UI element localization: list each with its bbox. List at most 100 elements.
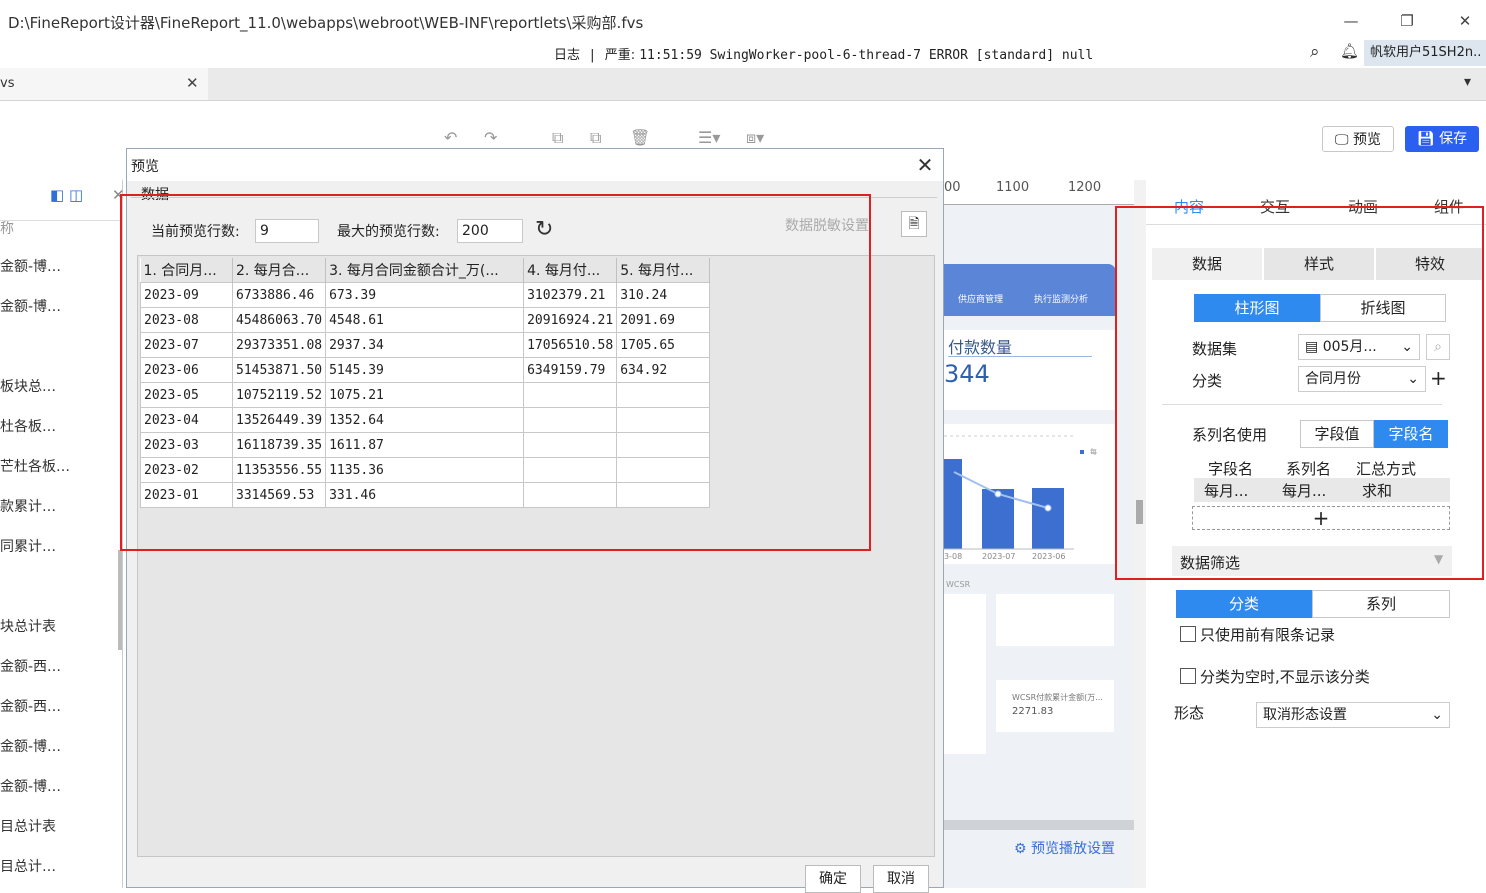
- tree-item[interactable]: 目总计…: [0, 856, 56, 876]
- table-cell[interactable]: 6349159.79: [523, 357, 618, 383]
- column-header[interactable]: 3. 每月合同金额合计_万(...: [325, 258, 525, 283]
- table-cell[interactable]: 1705.65: [616, 332, 711, 358]
- log-button[interactable]: 日志: [554, 48, 580, 63]
- table-row[interactable]: 2023-01 3314569.53 331.46: [140, 482, 711, 508]
- collapse-icon[interactable]: ✕: [112, 186, 125, 204]
- table-row[interactable]: 2023-07 29373351.08 2937.34 17056510.58 1705…: [140, 332, 711, 358]
- table-cell[interactable]: 2091.69: [616, 307, 711, 333]
- table-cell[interactable]: 2023-07: [140, 332, 233, 358]
- tree-item[interactable]: 金额-西…: [0, 696, 61, 716]
- table-cell[interactable]: 1075.21: [325, 382, 525, 408]
- close-window-icon[interactable]: ✕: [1450, 8, 1480, 34]
- tree-item[interactable]: 款累计…: [0, 496, 56, 516]
- close-tab-icon[interactable]: ✕: [186, 74, 199, 92]
- canvas-h-scrollbar[interactable]: [944, 820, 1134, 830]
- redo-icon[interactable]: ↷: [484, 128, 497, 147]
- align-icon[interactable]: ☰▾: [698, 128, 720, 147]
- data-masking-settings[interactable]: 数据脱敏设置: [785, 215, 869, 235]
- chart-type-line[interactable]: 折线图: [1320, 294, 1446, 322]
- tab-component[interactable]: 组件: [1434, 196, 1464, 217]
- add-field-button[interactable]: +: [1192, 506, 1450, 530]
- shape-select[interactable]: 取消形态设置 ⌄: [1256, 702, 1450, 728]
- data-filter-section[interactable]: 数据筛选 ▼: [1172, 546, 1452, 576]
- table-row[interactable]: 2023-08 45486063.70 4548.61 20916924.21 2091…: [140, 307, 711, 333]
- tree-item[interactable]: 芒杜各板…: [0, 456, 70, 476]
- table-cell[interactable]: 17056510.58: [523, 332, 618, 358]
- table-cell[interactable]: 331.46: [325, 482, 525, 508]
- table-cell[interactable]: [523, 457, 618, 483]
- column-header[interactable]: 5. 每月付...: [616, 258, 711, 283]
- layer-icon[interactable]: ⧈▾: [746, 128, 764, 148]
- table-cell[interactable]: 16118739.35: [231, 432, 327, 458]
- category-select[interactable]: 合同月份 ⌄: [1298, 366, 1426, 392]
- delete-icon[interactable]: 🗑︎: [630, 128, 650, 147]
- nav-supplier[interactable]: 供应商管理: [958, 292, 1003, 305]
- left-scrollbar[interactable]: [118, 550, 122, 650]
- table-cell[interactable]: [616, 382, 711, 408]
- subtab-data[interactable]: 数据: [1152, 248, 1262, 280]
- subtab-effect[interactable]: 特效: [1376, 248, 1484, 280]
- max-rows-input[interactable]: 200: [457, 219, 523, 243]
- table-cell[interactable]: 11353556.55: [231, 457, 327, 483]
- table-cell[interactable]: 51453871.50: [231, 357, 327, 383]
- table-cell[interactable]: 2023-08: [140, 307, 233, 333]
- table-cell[interactable]: 2023-01: [140, 482, 233, 508]
- tree-item[interactable]: 金额-博…: [0, 256, 61, 276]
- column-header[interactable]: 1. 合同月...: [140, 258, 233, 283]
- table-cell[interactable]: 2023-05: [140, 382, 233, 408]
- table-cell[interactable]: 310.24: [616, 282, 711, 308]
- series-field-name[interactable]: 字段名: [1374, 420, 1448, 448]
- table-cell[interactable]: [523, 382, 618, 408]
- bottom-tab-series[interactable]: 系列: [1312, 590, 1450, 618]
- save-button[interactable]: 💾︎ 保存: [1405, 126, 1479, 152]
- refresh-icon[interactable]: ↻: [535, 217, 553, 242]
- layout-icon[interactable]: ◧ ◫: [50, 186, 83, 204]
- table-cell[interactable]: 20916924.21: [523, 307, 618, 333]
- tree-item[interactable]: 杜各板…: [0, 416, 56, 436]
- current-rows-input[interactable]: 9: [255, 219, 319, 243]
- tree-item[interactable]: 金额-博…: [0, 296, 61, 316]
- table-row[interactable]: 2023-04 13526449.39 1352.64: [140, 407, 711, 433]
- undo-icon[interactable]: ↶: [444, 128, 457, 147]
- table-cell[interactable]: 29373351.08: [231, 332, 327, 358]
- dataset-search-icon[interactable]: ⌕: [1426, 334, 1450, 360]
- table-cell[interactable]: 1352.64: [325, 407, 525, 433]
- bottom-tab-category[interactable]: 分类: [1176, 590, 1312, 618]
- playback-settings-link[interactable]: ⚙ 预览播放设置: [1014, 838, 1115, 858]
- subtab-style[interactable]: 样式: [1264, 248, 1374, 280]
- tree-item[interactable]: 目总计表: [0, 816, 56, 836]
- ok-button[interactable]: 确定: [805, 865, 861, 893]
- table-cell[interactable]: 2023-09: [140, 282, 233, 308]
- copy-icon[interactable]: ⧉: [552, 128, 563, 148]
- table-cell[interactable]: 10752119.52: [231, 382, 327, 408]
- file-tab[interactable]: vs ✕: [0, 68, 208, 100]
- table-cell[interactable]: [616, 432, 711, 458]
- column-header[interactable]: 2. 每月合...: [232, 258, 327, 283]
- tree-item[interactable]: 金额-西…: [0, 656, 61, 676]
- table-cell[interactable]: 1611.87: [325, 432, 525, 458]
- hide-empty-category-checkbox[interactable]: [1180, 668, 1196, 684]
- table-cell[interactable]: 634.92: [616, 357, 711, 383]
- column-header[interactable]: 4. 每月付...: [523, 258, 618, 283]
- tab-menu-icon[interactable]: ▾: [1464, 74, 1471, 90]
- table-cell[interactable]: 2937.34: [325, 332, 525, 358]
- table-row[interactable]: 2023-09 6733886.46 673.39 3102379.21 310.24: [140, 282, 711, 308]
- table-cell[interactable]: [523, 482, 618, 508]
- table-cell[interactable]: [616, 407, 711, 433]
- table-cell[interactable]: [616, 457, 711, 483]
- table-cell[interactable]: 4548.61: [325, 307, 525, 333]
- tree-item[interactable]: 同累计…: [0, 536, 56, 556]
- tree-item[interactable]: 金额-博…: [0, 736, 61, 756]
- tab-animation[interactable]: 动画: [1348, 196, 1378, 217]
- table-cell[interactable]: 45486063.70: [231, 307, 327, 333]
- table-cell[interactable]: 1135.36: [325, 457, 525, 483]
- nav-execution[interactable]: 执行监测分析: [1034, 292, 1088, 305]
- table-row[interactable]: 2023-02 11353556.55 1135.36: [140, 457, 711, 483]
- table-cell[interactable]: 3102379.21: [523, 282, 618, 308]
- tree-item[interactable]: 金额-博…: [0, 776, 61, 796]
- preview-button[interactable]: 🖵︎ 预览: [1322, 126, 1394, 152]
- canvas-v-scrollbar-thumb[interactable]: [1136, 500, 1143, 524]
- tree-item[interactable]: 板块总…: [0, 376, 56, 396]
- preview-doc-icon[interactable]: 🗎: [901, 211, 927, 237]
- table-cell[interactable]: 3314569.53: [231, 482, 327, 508]
